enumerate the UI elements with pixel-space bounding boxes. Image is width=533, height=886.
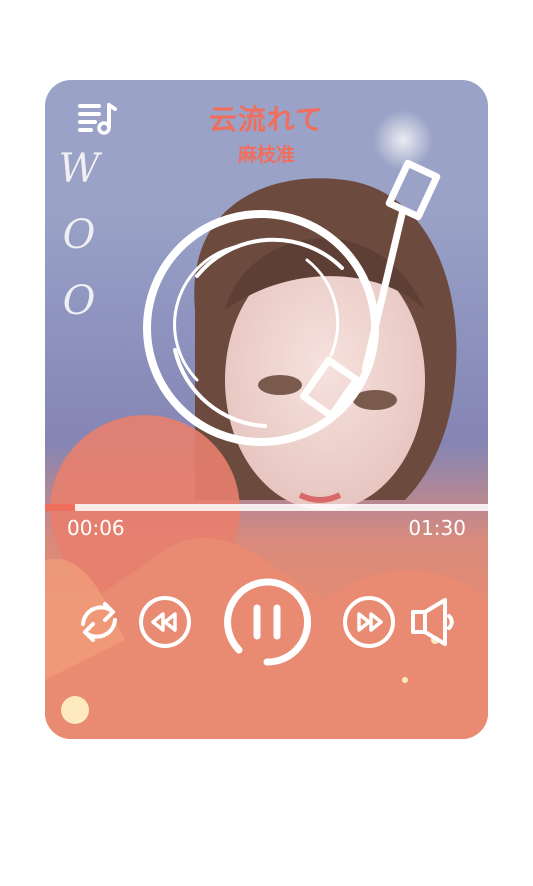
volume-icon[interactable] — [407, 594, 459, 650]
current-time: 00:06 — [67, 516, 125, 540]
progress-fill — [45, 504, 75, 511]
repeat-icon[interactable] — [75, 594, 123, 650]
turntable-disc-icon — [143, 159, 441, 446]
decorative-letters: W O O — [51, 136, 107, 334]
progress-bar[interactable] — [45, 504, 488, 511]
total-time: 01:30 — [408, 516, 466, 540]
pause-icon[interactable] — [217, 572, 317, 672]
decorative-letter: O — [62, 212, 96, 258]
song-title: 云流れて — [208, 103, 325, 136]
decorative-letter: O — [62, 278, 96, 324]
fast-forward-icon[interactable] — [341, 594, 397, 650]
decorative-letter: W — [58, 146, 100, 192]
player-card: 云流れて 麻枝准 W O O 00:06 01:30 — [45, 80, 488, 739]
rewind-icon[interactable] — [137, 594, 193, 650]
